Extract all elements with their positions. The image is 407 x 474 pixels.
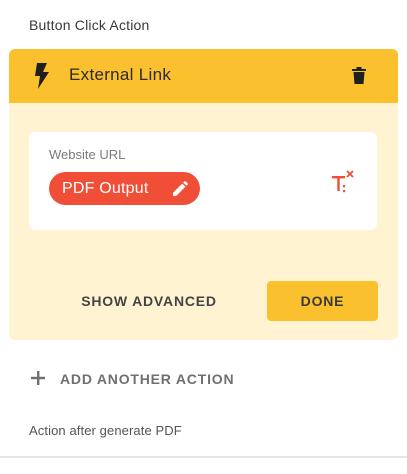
url-variable-chip[interactable]: PDF Output [49,172,200,205]
pencil-icon[interactable] [173,181,188,196]
clear-format-icon[interactable] [332,170,356,196]
show-advanced-button[interactable]: SHOW ADVANCED [69,281,229,321]
action-type-title: External Link [69,65,172,84]
bolt-icon [35,63,49,89]
action-card-header[interactable]: External Link [9,49,398,103]
after-generate-title: Action after generate PDF [29,423,182,438]
website-url-field: Website URL PDF Output [29,132,377,230]
action-card: External Link Website URL PDF Output SHO… [9,49,398,340]
website-url-label: Website URL [49,147,126,162]
divider [0,456,407,458]
trash-icon[interactable] [352,67,366,84]
done-button[interactable]: DONE [267,281,378,321]
chip-label: PDF Output [62,180,149,197]
button-action-panel: Button Click Action External Link Websit… [0,0,407,474]
add-another-action-label: ADD ANOTHER ACTION [60,371,235,387]
plus-icon [31,371,45,385]
section-title: Button Click Action [29,17,150,33]
